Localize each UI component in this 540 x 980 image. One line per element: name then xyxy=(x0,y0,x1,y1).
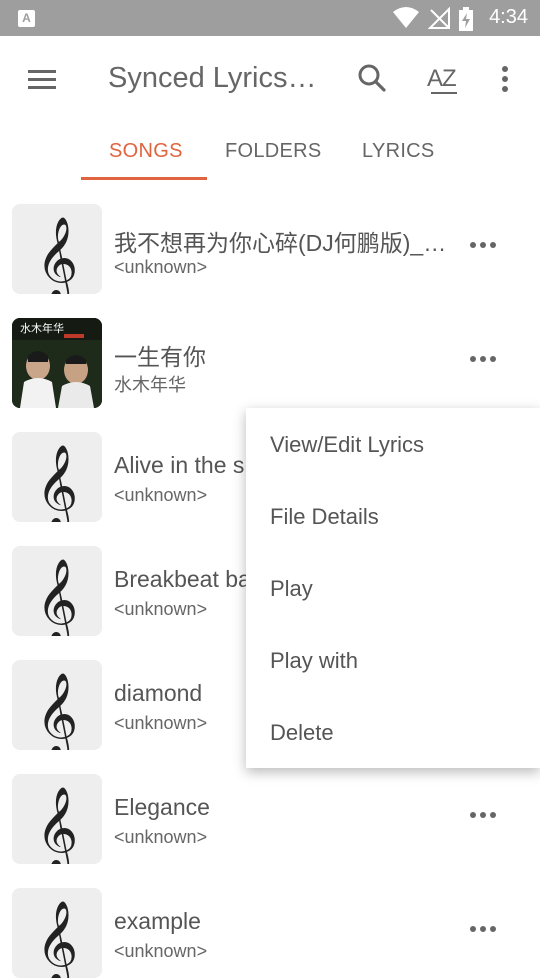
tab-indicator xyxy=(81,177,207,180)
more-horiz-icon[interactable] xyxy=(470,356,496,364)
album-cover-text: 水木年华 xyxy=(20,321,64,335)
tab-lyrics[interactable]: LYRICS xyxy=(362,140,435,163)
song-artist: <unknown> xyxy=(114,257,208,277)
album-art: 𝄞 xyxy=(12,660,102,750)
battery-charging-icon xyxy=(459,7,473,31)
more-vert-icon[interactable] xyxy=(502,66,510,92)
app-toolbar: Synced Lyrics… AZ xyxy=(0,36,540,122)
album-cover-image: 水木年华 xyxy=(12,318,102,408)
treble-clef-icon: 𝄞 xyxy=(36,899,79,978)
svg-text:𝄞: 𝄞 xyxy=(36,557,79,636)
svg-text:𝄞: 𝄞 xyxy=(36,899,79,978)
song-artist: 水木年华 xyxy=(114,375,186,395)
menu-item-play[interactable]: Play xyxy=(270,576,313,602)
treble-clef-icon: 𝄞 xyxy=(36,443,79,522)
sort-az-label: AZ xyxy=(427,65,457,92)
song-row[interactable]: 水木年华 一生有你 水木年华 xyxy=(0,296,540,410)
song-artist: <unknown> xyxy=(114,713,208,733)
treble-clef-icon: 𝄞 xyxy=(36,785,79,864)
song-title: diamond xyxy=(114,680,203,706)
menu-item-play-with[interactable]: Play with xyxy=(270,648,358,674)
tab-songs[interactable]: SONGS xyxy=(109,140,183,163)
menu-item-file-details[interactable]: File Details xyxy=(270,504,379,530)
tab-bar: SONGS FOLDERS LYRICS xyxy=(0,122,540,182)
song-title: Breakbeat ba xyxy=(114,566,251,592)
wifi-icon xyxy=(393,7,419,28)
svg-text:𝄞: 𝄞 xyxy=(36,443,79,522)
song-artist: <unknown> xyxy=(114,599,208,619)
more-horiz-icon[interactable] xyxy=(470,242,496,250)
search-icon[interactable] xyxy=(356,62,388,94)
sort-az-icon[interactable]: AZ xyxy=(427,65,461,99)
album-art: 𝄞 xyxy=(12,888,102,978)
status-bar: A 4:34 xyxy=(0,0,540,36)
song-artist: <unknown> xyxy=(114,485,208,505)
song-row[interactable]: 𝄞 example <unknown> xyxy=(0,866,540,980)
album-art: 𝄞 xyxy=(12,774,102,864)
page-title: Synced Lyrics… xyxy=(108,62,317,94)
song-title: 我不想再为你心碎(DJ何鹏版)_… xyxy=(114,230,447,256)
tab-folders[interactable]: FOLDERS xyxy=(225,140,322,163)
song-title: 一生有你 xyxy=(114,344,206,370)
notification-icon: A xyxy=(18,10,35,27)
song-artist: <unknown> xyxy=(114,941,208,961)
song-title: Elegance xyxy=(114,794,210,820)
menu-icon[interactable] xyxy=(28,70,56,90)
svg-text:𝄞: 𝄞 xyxy=(36,671,79,750)
more-horiz-icon[interactable] xyxy=(470,812,496,820)
song-title: Alive in the s xyxy=(114,452,245,478)
treble-clef-icon: 𝄞 xyxy=(36,557,79,636)
album-art: 𝄞 xyxy=(12,546,102,636)
context-menu: View/Edit Lyrics File Details Play Play … xyxy=(246,408,540,768)
album-cover: 水木年华 xyxy=(12,318,102,408)
song-artist: <unknown> xyxy=(114,827,208,847)
menu-item-view-edit-lyrics[interactable]: View/Edit Lyrics xyxy=(270,432,424,458)
song-row[interactable]: 𝄞 Elegance <unknown> xyxy=(0,752,540,866)
song-row[interactable]: 𝄞 我不想再为你心碎(DJ何鹏版)_… <unknown> xyxy=(0,182,540,296)
song-title: example xyxy=(114,908,201,934)
menu-item-delete[interactable]: Delete xyxy=(270,720,334,746)
svg-text:𝄞: 𝄞 xyxy=(36,785,79,864)
album-art: 𝄞 xyxy=(12,432,102,522)
clock: 4:34 xyxy=(489,6,528,28)
more-horiz-icon[interactable] xyxy=(470,926,496,934)
album-art: 𝄞 xyxy=(12,204,102,294)
svg-text:𝄞: 𝄞 xyxy=(36,215,79,294)
treble-clef-icon: 𝄞 xyxy=(36,215,79,294)
no-signal-icon xyxy=(428,7,450,29)
treble-clef-icon: 𝄞 xyxy=(36,671,79,750)
